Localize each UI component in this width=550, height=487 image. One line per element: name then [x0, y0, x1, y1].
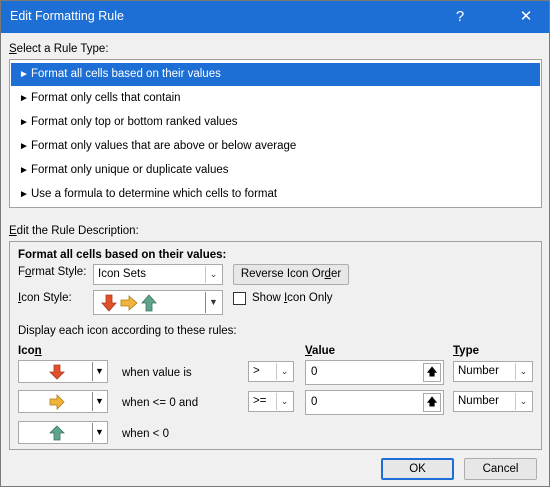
operator-select-row-1[interactable]: > ⌄	[248, 361, 294, 382]
rule-type-list[interactable]: ► Format all cells based on their values …	[9, 59, 542, 208]
rule-type-item[interactable]: ► Format only values that are above or be…	[11, 135, 540, 158]
close-button[interactable]: ✕	[503, 1, 549, 33]
yellow-right-arrow-icon	[49, 394, 65, 410]
dropdown-arrow-icon: ▼	[205, 292, 221, 313]
cancel-button[interactable]: Cancel	[464, 458, 537, 480]
type-select-row-1[interactable]: Number ⌄	[453, 361, 533, 382]
rule-type-item[interactable]: ► Format only unique or duplicate values	[11, 159, 540, 182]
chevron-down-icon: ⌄	[515, 393, 531, 410]
icon-style-select[interactable]: ▼	[93, 290, 223, 315]
condition-text-row-1: when value is	[122, 367, 192, 379]
value-input-row-2[interactable]: 0 🡅	[305, 390, 444, 415]
rule-type-item[interactable]: ► Use a formula to determine which cells …	[11, 183, 540, 206]
icon-picker-row-3[interactable]: ▼	[18, 421, 108, 444]
help-button[interactable]: ?	[437, 1, 483, 33]
edit-formatting-rule-dialog: Edit Formatting Rule ? ✕ Select a Rule T…	[0, 0, 550, 487]
operator-select-row-2[interactable]: >= ⌄	[248, 391, 294, 412]
arrow-icon: ►	[19, 141, 29, 152]
format-style-label: Format Style:	[18, 266, 87, 278]
condition-text-row-3: when < 0	[122, 428, 169, 440]
condition-text-row-2: when <= 0 and	[122, 397, 199, 409]
red-down-arrow-icon	[49, 364, 65, 380]
value-column-header: Value	[305, 345, 336, 357]
type-column-header: Type	[453, 345, 479, 357]
icon-style-label: Icon Style:	[18, 292, 72, 304]
dropdown-arrow-icon: ▼	[92, 392, 106, 411]
format-style-select[interactable]: Icon Sets ⌄	[93, 264, 223, 285]
rule-description-label: Edit the Rule Description:	[9, 225, 139, 237]
rules-caption: Display each icon according to these rul…	[18, 325, 237, 337]
rule-type-label: Select a Rule Type:	[9, 43, 109, 55]
arrow-icon: ►	[19, 165, 29, 176]
dialog-title: Edit Formatting Rule	[10, 9, 124, 23]
rule-type-item[interactable]: ► Format only cells that contain	[11, 87, 540, 110]
dropdown-arrow-icon: ▼	[92, 362, 106, 381]
show-icon-only-label: Show Icon Only	[252, 292, 333, 304]
icon-set-preview-icon	[101, 294, 157, 312]
value-input-row-1[interactable]: 0 🡅	[305, 360, 444, 385]
green-up-arrow-icon	[49, 425, 65, 441]
arrow-icon: ►	[19, 93, 29, 104]
description-heading: Format all cells based on their values:	[18, 249, 227, 261]
show-icon-only-checkbox[interactable]	[233, 292, 246, 305]
icon-column-header: Icon	[18, 345, 42, 357]
arrow-icon: ►	[19, 69, 29, 80]
type-select-row-2[interactable]: Number ⌄	[453, 391, 533, 412]
rule-description-panel: Format all cells based on their values: …	[9, 241, 542, 450]
reverse-icon-order-button[interactable]: Reverse Icon Order	[233, 264, 349, 285]
chevron-down-icon: ⌄	[276, 393, 292, 410]
title-bar: Edit Formatting Rule ? ✕	[1, 1, 549, 33]
ok-button[interactable]: OK	[381, 458, 454, 480]
rule-type-item[interactable]: ► Format all cells based on their values	[11, 63, 540, 86]
arrow-icon: ►	[19, 189, 29, 200]
rule-type-item[interactable]: ► Format only top or bottom ranked values	[11, 111, 540, 134]
chevron-down-icon: ⌄	[205, 266, 221, 283]
range-picker-icon[interactable]: 🡅	[423, 393, 441, 412]
arrow-icon: ►	[19, 117, 29, 128]
icon-picker-row-1[interactable]: ▼	[18, 360, 108, 383]
dropdown-arrow-icon: ▼	[92, 423, 106, 442]
range-picker-icon[interactable]: 🡅	[423, 363, 441, 382]
chevron-down-icon: ⌄	[515, 363, 531, 380]
icon-picker-row-2[interactable]: ▼	[18, 390, 108, 413]
chevron-down-icon: ⌄	[276, 363, 292, 380]
